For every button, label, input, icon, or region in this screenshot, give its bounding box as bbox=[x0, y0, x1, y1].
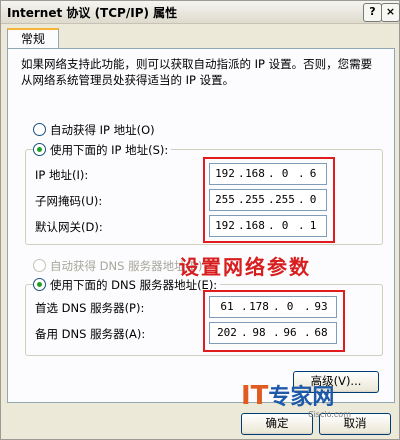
alternate-dns-label: 备用 DNS 服务器(A): bbox=[35, 327, 146, 341]
manual-dns-label: 使用下面的 DNS 服务器地址(E): bbox=[50, 278, 218, 292]
ip-address-label: IP 地址(I): bbox=[35, 168, 89, 182]
subnet-mask-label: 子网掩码(U): bbox=[35, 194, 103, 208]
logo-site-text: Ciscio.com bbox=[308, 410, 351, 419]
annotation-text: 设置网络参数 bbox=[179, 255, 311, 279]
radio-icon[interactable] bbox=[33, 259, 46, 272]
auto-ip-label: 自动获得 IP 地址(O) bbox=[50, 123, 155, 137]
preferred-dns-label: 首选 DNS 服务器(P): bbox=[35, 301, 145, 315]
radio-selected-icon[interactable] bbox=[33, 143, 46, 156]
title-bar[interactable]: Internet 协议 (TCP/IP) 属性 ? × bbox=[1, 1, 400, 24]
manual-ip-label: 使用下面的 IP 地址(S): bbox=[50, 143, 169, 157]
auto-dns-option[interactable]: 自动获得 DNS 服务器地址(B) bbox=[33, 258, 202, 274]
intro-text: 如果网络支持此功能，则可以获取自动指派的 IP 设置。否则，您需要从网络系统管理… bbox=[21, 57, 373, 87]
radio-selected-icon[interactable] bbox=[33, 278, 46, 291]
auto-ip-option[interactable]: 自动获得 IP 地址(O) bbox=[33, 122, 155, 138]
default-gateway-label: 默认网关(D): bbox=[35, 220, 103, 234]
watermark-logo: IT专家网 bbox=[241, 379, 334, 411]
ok-button[interactable]: 确定 bbox=[241, 413, 313, 435]
ip-highlight-box bbox=[203, 157, 335, 243]
dns-highlight-box bbox=[203, 290, 345, 352]
close-button[interactable]: × bbox=[381, 3, 400, 22]
radio-icon[interactable] bbox=[33, 123, 46, 136]
logo-it-text: IT bbox=[241, 381, 269, 411]
manual-ip-option[interactable]: 使用下面的 IP 地址(S): bbox=[33, 142, 172, 158]
tab-general[interactable]: 常规 bbox=[7, 28, 59, 50]
window-title: Internet 协议 (TCP/IP) 属性 bbox=[7, 6, 178, 20]
tcpip-properties-dialog: Internet 协议 (TCP/IP) 属性 ? × 常规 如果网络支持此功能… bbox=[0, 0, 400, 440]
help-button[interactable]: ? bbox=[363, 3, 382, 22]
logo-name-text: 专家网 bbox=[268, 385, 335, 410]
